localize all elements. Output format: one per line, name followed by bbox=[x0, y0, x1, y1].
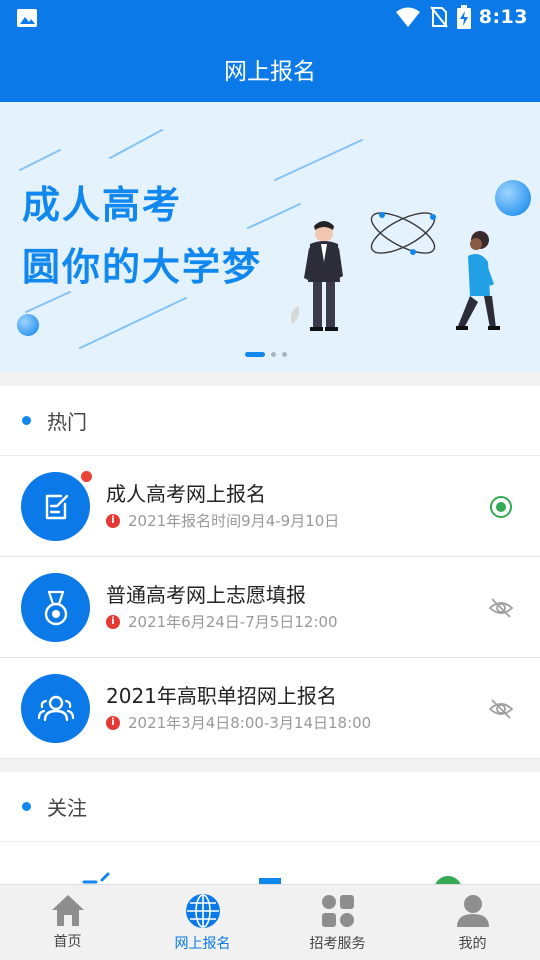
section-bullet-icon bbox=[22, 802, 31, 811]
item-date: 2021年6月24日-7月5日12:00 bbox=[128, 613, 338, 631]
status-bar: 8:13 bbox=[0, 0, 540, 36]
item-date: 2021年报名时间9月4-9月10日 bbox=[128, 512, 340, 530]
tab-label: 招考服务 bbox=[309, 936, 366, 952]
follow-section: 关注 bbox=[0, 772, 540, 884]
edit-note-icon bbox=[21, 472, 90, 541]
carousel-dot[interactable] bbox=[282, 352, 287, 357]
carousel-dot[interactable] bbox=[271, 352, 276, 357]
info-icon: i bbox=[106, 614, 120, 629]
banner-headline: 成人高考 bbox=[22, 183, 183, 227]
services-icon bbox=[321, 895, 354, 927]
hot-section: 热门 成人高考网上报名 i 2021年报名时间9月4-9月10日 普通高考网上志… bbox=[0, 386, 540, 759]
wifi-icon bbox=[395, 7, 420, 27]
clock: 8:13 bbox=[478, 6, 528, 28]
tab-label: 网上报名 bbox=[174, 936, 231, 952]
item-title: 成人高考网上报名 bbox=[106, 482, 266, 506]
carousel-dot-active[interactable] bbox=[245, 352, 265, 357]
info-icon: i bbox=[106, 513, 120, 528]
tab-exam-services[interactable]: 招考服务 bbox=[270, 885, 405, 960]
banner-subheadline: 圆你的大学梦 bbox=[22, 245, 263, 289]
tab-mine[interactable]: 我的 bbox=[405, 885, 540, 960]
bottom-tab-bar: 首页 网上报名 招考服务 我的 bbox=[0, 884, 540, 960]
item-subtitle: i 2021年6月24日-7月5日12:00 bbox=[106, 611, 338, 632]
globe-icon bbox=[185, 894, 220, 928]
banner-carousel[interactable]: 成人高考 圆你的大学梦 bbox=[0, 102, 540, 372]
item-date: 2021年3月4日8:00-3月14日18:00 bbox=[128, 714, 372, 732]
info-icon: i bbox=[106, 715, 120, 730]
app-bar: 网上报名 bbox=[0, 36, 540, 102]
tab-label: 我的 bbox=[458, 936, 487, 952]
section-header-follow: 关注 bbox=[0, 772, 540, 842]
battery-charging-icon bbox=[456, 5, 471, 29]
person-icon bbox=[456, 895, 489, 927]
carousel-indicator bbox=[245, 352, 287, 357]
eye-off-icon[interactable] bbox=[488, 595, 514, 621]
tab-label: 首页 bbox=[53, 934, 82, 950]
section-title: 关注 bbox=[47, 796, 87, 820]
page-title: 网上报名 bbox=[224, 59, 316, 85]
notification-badge bbox=[81, 471, 92, 482]
tab-online-registration[interactable]: 网上报名 bbox=[135, 885, 270, 960]
home-icon bbox=[51, 895, 84, 926]
section-header-hot: 热门 bbox=[0, 386, 540, 456]
section-bullet-icon bbox=[22, 416, 31, 425]
gallery-icon bbox=[17, 9, 37, 27]
item-title: 普通高考网上志愿填报 bbox=[106, 583, 306, 607]
item-subtitle: i 2021年3月4日8:00-3月14日18:00 bbox=[106, 712, 371, 733]
list-item[interactable]: 普通高考网上志愿填报 i 2021年6月24日-7月5日12:00 bbox=[0, 557, 540, 658]
radio-checked-icon[interactable] bbox=[488, 494, 514, 520]
medal-icon bbox=[21, 573, 90, 642]
eye-off-icon[interactable] bbox=[488, 696, 514, 722]
item-title: 2021年高职单招网上报名 bbox=[106, 684, 337, 708]
no-sim-icon bbox=[429, 6, 448, 28]
list-item[interactable]: 成人高考网上报名 i 2021年报名时间9月4-9月10日 bbox=[0, 456, 540, 557]
tab-home[interactable]: 首页 bbox=[0, 885, 135, 960]
section-title: 热门 bbox=[47, 410, 87, 434]
follow-icons-peek bbox=[82, 872, 461, 884]
item-subtitle: i 2021年报名时间9月4-9月10日 bbox=[106, 510, 339, 531]
group-icon bbox=[21, 674, 90, 743]
list-item[interactable]: 2021年高职单招网上报名 i 2021年3月4日8:00-3月14日18:00 bbox=[0, 658, 540, 759]
